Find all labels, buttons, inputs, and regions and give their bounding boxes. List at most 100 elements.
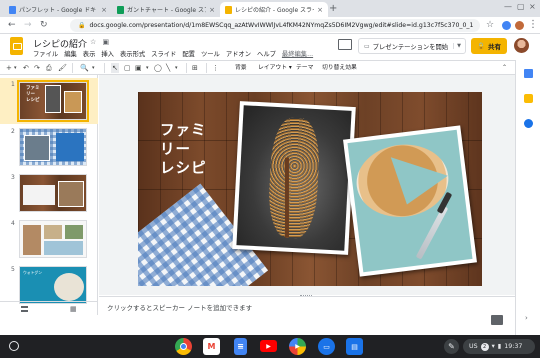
noodles-photo[interactable] bbox=[232, 101, 356, 255]
close-icon[interactable]: × bbox=[101, 6, 107, 14]
text-box-icon[interactable]: ▢ bbox=[124, 63, 131, 73]
back-icon[interactable]: ← bbox=[8, 20, 16, 30]
side-panel: › bbox=[515, 60, 540, 335]
paint-format-icon[interactable]: 🖌 bbox=[58, 63, 67, 73]
status-tray[interactable]: US 2 ▾ ▮ 19:37 bbox=[463, 339, 535, 354]
files-icon[interactable]: ▤ bbox=[346, 338, 363, 355]
google-slides-logo[interactable] bbox=[10, 37, 23, 55]
tab-title: ガントチャート - Google スプ bbox=[127, 7, 207, 14]
slide-canvas[interactable]: ファミ リー レシピ bbox=[138, 92, 482, 286]
forward-icon[interactable]: → bbox=[24, 20, 32, 30]
tab-slides-recipe[interactable]: レシピの紹介 - Google スライ × bbox=[220, 2, 328, 17]
pie-image bbox=[347, 129, 473, 273]
slide-thumbnail-3[interactable] bbox=[19, 174, 87, 212]
image-dropdown-icon[interactable]: ▾ bbox=[146, 63, 149, 73]
slide-thumbnail-1[interactable]: ファミ リー レシピ bbox=[17, 80, 89, 122]
profile-icon[interactable] bbox=[515, 21, 524, 30]
line-icon[interactable]: ╲ bbox=[166, 63, 170, 73]
image-icon[interactable]: ▣ bbox=[135, 63, 142, 73]
menu-bar: ファイル 編集 表示 挿入 表示形式 スライド 配置 ツール アドオン ヘルプ … bbox=[33, 49, 313, 58]
last-edit-link[interactable]: 最終編集... bbox=[282, 49, 313, 58]
close-icon[interactable]: × bbox=[209, 6, 215, 14]
address-bar[interactable]: 🔒 docs.google.com/presentation/d/1m8EWSC… bbox=[70, 19, 480, 32]
account-avatar[interactable] bbox=[514, 38, 529, 53]
zoom-dropdown-icon[interactable]: ▾ bbox=[92, 63, 95, 73]
stylus-icon[interactable]: ✎ bbox=[444, 339, 459, 354]
star-icon[interactable]: ☆ ▣ bbox=[90, 38, 111, 46]
more-options-icon[interactable]: ⋮ bbox=[212, 63, 219, 73]
menu-edit[interactable]: 編集 bbox=[64, 49, 77, 58]
share-button[interactable]: 🔒 共有 bbox=[471, 38, 507, 54]
messages-icon[interactable]: ▭ bbox=[318, 338, 335, 355]
minimize-icon[interactable]: — bbox=[504, 2, 512, 11]
transition-button[interactable]: 切り替え効果 bbox=[322, 64, 357, 72]
calendar-icon[interactable] bbox=[524, 69, 533, 78]
new-slide-icon[interactable]: + bbox=[6, 63, 12, 73]
extension-icon[interactable] bbox=[502, 21, 511, 30]
slide-number: 3 bbox=[11, 174, 15, 181]
play-store-icon[interactable]: ▶ bbox=[289, 338, 306, 355]
shape-icon[interactable]: ◯ bbox=[154, 63, 162, 73]
background-button[interactable]: 背景 bbox=[235, 64, 247, 72]
menu-insert[interactable]: 挿入 bbox=[101, 49, 114, 58]
window-close-icon[interactable]: × bbox=[529, 2, 536, 11]
zoom-icon[interactable]: 🔍 bbox=[80, 63, 89, 73]
menu-addons[interactable]: アドオン bbox=[226, 49, 251, 58]
google-docs-icon bbox=[9, 5, 16, 14]
slide-title[interactable]: ファミ リー レシピ bbox=[160, 122, 230, 179]
bookmark-star-icon[interactable]: ☆ bbox=[486, 20, 494, 30]
comment-history-button[interactable] bbox=[338, 39, 352, 50]
print-icon[interactable]: ⎙ bbox=[46, 63, 52, 73]
theme-button[interactable]: テーマ bbox=[296, 64, 313, 72]
google-slides-icon bbox=[225, 5, 232, 14]
slide-number: 5 bbox=[11, 266, 15, 273]
menu-arrange[interactable]: 配置 bbox=[182, 49, 195, 58]
slide-thumbnail-5[interactable]: ウォトグン bbox=[19, 266, 87, 304]
chevron-right-icon[interactable]: › bbox=[525, 314, 528, 322]
docs-icon[interactable]: ≡ bbox=[234, 338, 247, 355]
slide-number: 2 bbox=[11, 128, 15, 135]
keep-icon[interactable] bbox=[524, 94, 533, 103]
speaker-notes-placeholder: クリックするとスピーカー ノートを追加できます bbox=[107, 304, 253, 312]
close-icon[interactable]: × bbox=[317, 6, 323, 14]
undo-icon[interactable]: ↶ bbox=[23, 63, 29, 73]
list-view-icon[interactable] bbox=[21, 306, 28, 312]
reload-icon[interactable]: ↻ bbox=[40, 20, 48, 30]
menu-slide[interactable]: スライド bbox=[151, 49, 176, 58]
select-cursor-icon[interactable]: ↖ bbox=[111, 63, 119, 73]
layout-button[interactable]: レイアウト ▾ bbox=[258, 64, 292, 72]
thumbnail-block bbox=[56, 133, 84, 161]
redo-icon[interactable]: ↷ bbox=[34, 63, 40, 73]
speaker-notes[interactable]: クリックするとスピーカー ノートを追加できます bbox=[99, 296, 515, 315]
chevron-down-icon[interactable]: ▼ bbox=[453, 43, 461, 49]
menu-file[interactable]: ファイル bbox=[33, 49, 58, 58]
share-label: 共有 bbox=[488, 43, 502, 51]
pie-photo[interactable] bbox=[343, 125, 477, 277]
youtube-icon[interactable]: ▶ bbox=[260, 340, 277, 352]
browser-menu-icon[interactable]: ⋮ bbox=[528, 19, 538, 30]
toolbar-divider bbox=[104, 63, 105, 73]
tab-sheets-gantt[interactable]: ガントチャート - Google スプ × bbox=[112, 2, 220, 17]
gmail-icon[interactable]: M bbox=[203, 338, 220, 355]
new-tab-button[interactable]: + bbox=[329, 3, 337, 15]
menu-help[interactable]: ヘルプ bbox=[257, 49, 276, 58]
chrome-icon[interactable] bbox=[175, 338, 192, 355]
tab-docs-pamphlet[interactable]: パンフレット - Google ドキ × bbox=[4, 2, 112, 17]
explore-button[interactable] bbox=[491, 315, 503, 325]
menu-view[interactable]: 表示 bbox=[83, 49, 96, 58]
slide-thumbnail-4[interactable] bbox=[19, 220, 87, 258]
tasks-icon[interactable] bbox=[524, 119, 533, 128]
menu-tools[interactable]: ツール bbox=[201, 49, 220, 58]
grid-view-icon[interactable]: ▦ bbox=[70, 305, 77, 313]
new-slide-dropdown-icon[interactable]: ▾ bbox=[14, 63, 17, 73]
wifi-icon: ▾ bbox=[491, 343, 495, 350]
insert-comment-icon[interactable]: ⊞ bbox=[192, 63, 198, 73]
slide-number: 1 bbox=[11, 81, 15, 88]
maximize-icon[interactable]: ▢ bbox=[517, 2, 525, 11]
menu-format[interactable]: 表示形式 bbox=[120, 49, 145, 58]
slide-thumbnail-2[interactable] bbox=[19, 128, 87, 166]
line-dropdown-icon[interactable]: ▾ bbox=[175, 63, 178, 73]
present-button[interactable]: ▭ プレゼンテーションを開始 ▼ bbox=[358, 38, 466, 54]
chevron-up-icon[interactable]: ⌃ bbox=[502, 63, 507, 73]
launcher-icon[interactable] bbox=[9, 341, 19, 351]
